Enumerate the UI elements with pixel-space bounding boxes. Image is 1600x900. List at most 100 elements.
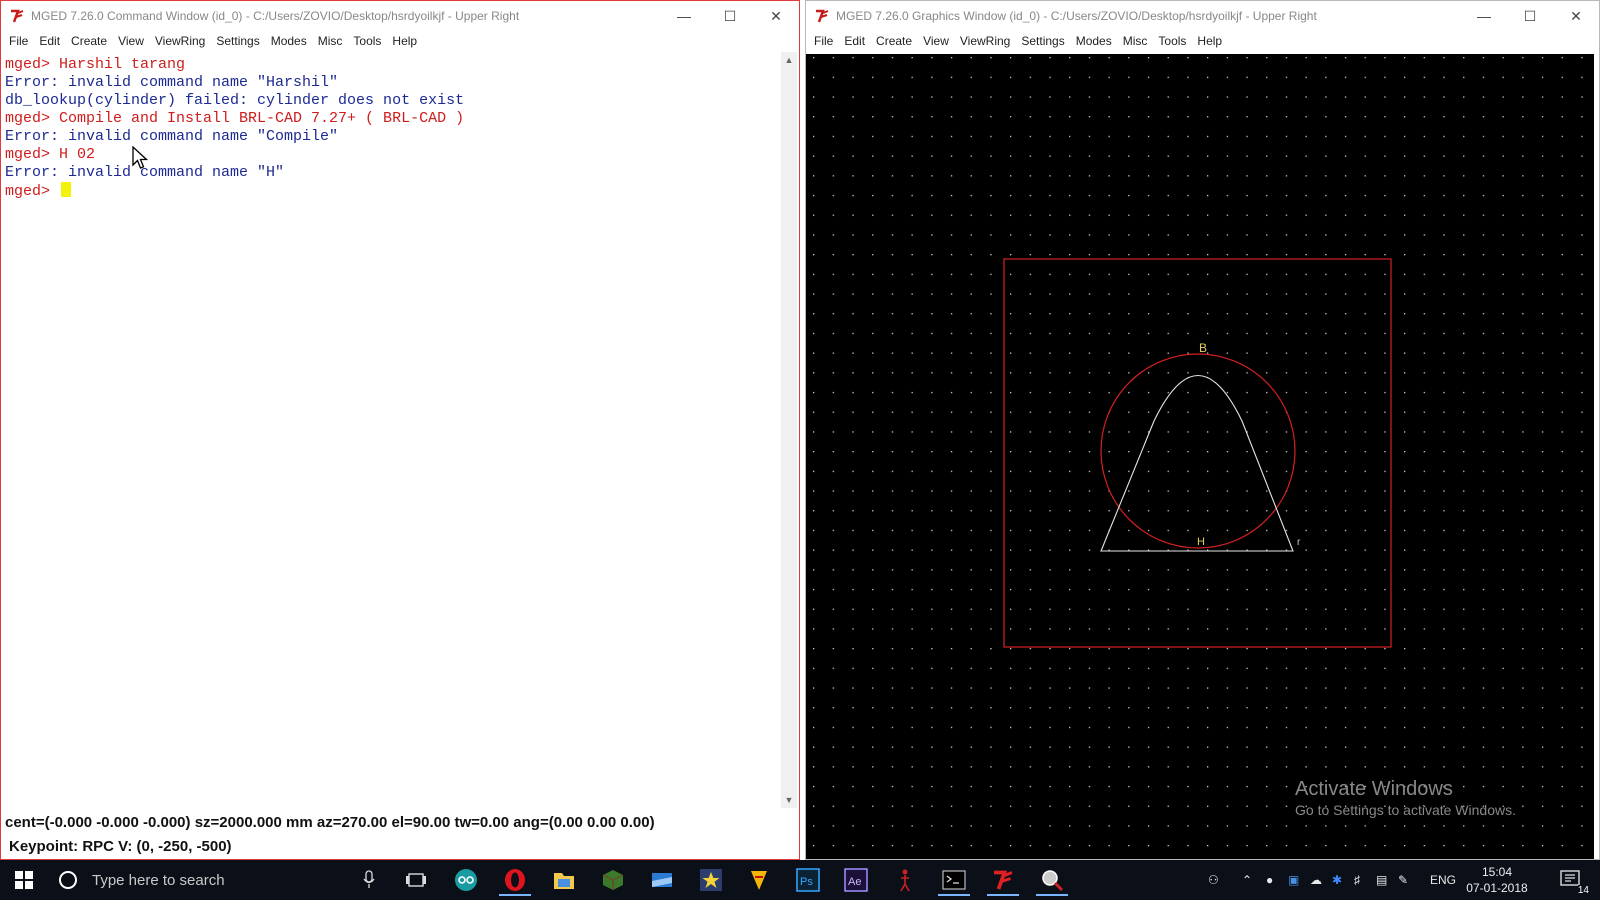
- menu-edit[interactable]: Edit: [34, 34, 66, 48]
- label-top: B: [1199, 341, 1207, 355]
- menu-viewring[interactable]: ViewRing: [150, 34, 211, 48]
- arduino-app-icon[interactable]: [450, 864, 482, 896]
- svg-text:Ae: Ae: [848, 876, 861, 888]
- menu-file[interactable]: File: [4, 34, 34, 48]
- window-title: MGED 7.26.0 Command Window (id_0) - C:/U…: [31, 9, 520, 23]
- menu-modes[interactable]: Modes: [1071, 34, 1118, 48]
- menu-help[interactable]: Help: [1192, 34, 1228, 48]
- figure-app-icon[interactable]: [889, 864, 921, 896]
- tray-security-icon[interactable]: ▣: [1288, 873, 1310, 887]
- maximize-icon[interactable]: ☐: [1507, 1, 1553, 31]
- menu-view[interactable]: View: [918, 34, 955, 48]
- active-indicator: [938, 894, 970, 896]
- notification-center-icon[interactable]: 14: [1555, 864, 1589, 896]
- current-prompt: mged>: [5, 183, 60, 200]
- menu-edit[interactable]: Edit: [839, 34, 871, 48]
- notification-count: 14: [1577, 885, 1589, 896]
- chevron-up-icon[interactable]: ⌃: [1242, 873, 1266, 887]
- console-line: db_lookup(cylinder) failed: cylinder doe…: [5, 92, 465, 109]
- menu-create[interactable]: Create: [66, 34, 113, 48]
- console-line: mged> Compile and Install BRL-CAD 7.27+ …: [5, 110, 465, 127]
- label-center: H: [1197, 536, 1205, 548]
- search-icon: [59, 871, 77, 889]
- system-clock[interactable]: 15:04 07-01-2018: [1462, 864, 1532, 896]
- menu-settings[interactable]: Settings: [1016, 34, 1070, 48]
- after-effects-app-icon[interactable]: Ae: [840, 864, 872, 896]
- menu-modes[interactable]: Modes: [266, 34, 313, 48]
- vlc-app-icon[interactable]: [743, 864, 775, 896]
- graphics-viewport[interactable]: B H r: [806, 54, 1594, 859]
- activate-windows-title: Activate Windows: [1295, 778, 1453, 800]
- minimize-icon[interactable]: —: [661, 1, 707, 31]
- console-input-line[interactable]: mged>: [5, 182, 781, 201]
- menu-viewring[interactable]: ViewRing: [955, 34, 1016, 48]
- graphics-window-titlebar[interactable]: MGED 7.26.0 Graphics Window (id_0) - C:/…: [806, 1, 1599, 31]
- clock-date: 07-01-2018: [1466, 881, 1528, 895]
- view-grid: [806, 54, 1594, 859]
- windows-start-icon[interactable]: [8, 864, 40, 896]
- menu-view[interactable]: View: [113, 34, 150, 48]
- menu-tools[interactable]: Tools: [1153, 34, 1192, 48]
- command-window-titlebar[interactable]: MGED 7.26.0 Command Window (id_0) - C:/U…: [1, 1, 799, 31]
- window-title: MGED 7.26.0 Graphics Window (id_0) - C:/…: [836, 9, 1317, 23]
- menu-misc[interactable]: Misc: [313, 34, 349, 48]
- console-line: Error: invalid command name "Compile": [5, 128, 339, 145]
- pen-icon[interactable]: ✎: [1398, 873, 1420, 887]
- console-line: mged> H 02: [5, 146, 96, 163]
- bluetooth-icon[interactable]: ✱: [1332, 873, 1354, 887]
- opera-browser-icon[interactable]: [499, 864, 531, 896]
- onedrive-icon[interactable]: ☁: [1310, 873, 1332, 887]
- tray-app-icon[interactable]: ●: [1266, 873, 1288, 887]
- mged-app-icon: [11, 9, 24, 23]
- menu-create[interactable]: Create: [871, 34, 918, 48]
- maximize-icon[interactable]: ☐: [707, 1, 753, 31]
- scroll-down-icon[interactable]: ▼: [781, 792, 797, 808]
- view-status: cent=(-0.000 -0.000 -0.000) sz=2000.000 …: [5, 814, 655, 831]
- active-indicator: [1036, 894, 1068, 896]
- search-tool-app-icon[interactable]: [1036, 864, 1068, 896]
- taskbar-search[interactable]: Type here to search: [48, 860, 376, 900]
- active-indicator: [499, 894, 531, 896]
- activate-windows-subtitle: Go to Settings to activate Windows.: [1295, 802, 1516, 818]
- command-console[interactable]: mged> Harshil tarang Error: invalid comm…: [1, 52, 781, 808]
- minimize-icon[interactable]: —: [1461, 1, 1507, 31]
- svg-text:Ps: Ps: [800, 876, 813, 888]
- minecraft-app-icon[interactable]: [597, 864, 629, 896]
- active-indicator: [987, 894, 1019, 896]
- search-placeholder: Type here to search: [92, 871, 225, 889]
- menu-file[interactable]: File: [809, 34, 839, 48]
- volume-muted-icon[interactable]: ♯: [1354, 873, 1376, 887]
- console-line: Error: invalid command name "H": [5, 164, 285, 181]
- task-view-icon[interactable]: [400, 864, 432, 896]
- menu-misc[interactable]: Misc: [1118, 34, 1154, 48]
- network-icon[interactable]: ▤: [1376, 873, 1398, 887]
- menu-settings[interactable]: Settings: [211, 34, 265, 48]
- console-line: Error: invalid command name "Harshil": [5, 74, 339, 91]
- mged-app-icon: [816, 9, 829, 23]
- people-icon[interactable]: ⚇: [1208, 873, 1232, 887]
- windows-app-icon[interactable]: [646, 864, 678, 896]
- file-explorer-icon[interactable]: [548, 864, 580, 896]
- console-line: mged> Harshil tarang: [5, 56, 186, 73]
- language-indicator[interactable]: ENG: [1430, 873, 1456, 887]
- menu-help[interactable]: Help: [387, 34, 423, 48]
- graphics-menubar: File Edit Create View ViewRing Settings …: [806, 31, 1599, 51]
- terminal-app-icon[interactable]: [938, 864, 970, 896]
- taskbar: Type here to search Ps Ae ⚇ ⌃ ● ▣ ☁ ✱ ♯ …: [0, 860, 1600, 900]
- graphics-window: MGED 7.26.0 Graphics Window (id_0) - C:/…: [805, 0, 1600, 860]
- close-icon[interactable]: ✕: [753, 1, 799, 31]
- command-menubar: File Edit Create View ViewRing Settings …: [1, 31, 799, 51]
- keypoint-status: Keypoint: RPC V: (0, -250, -500): [9, 838, 232, 855]
- command-window: MGED 7.26.0 Command Window (id_0) - C:/U…: [0, 0, 800, 860]
- console-scrollbar[interactable]: ▲ ▼: [781, 52, 797, 808]
- mouse-pointer-icon: [132, 146, 149, 169]
- menu-tools[interactable]: Tools: [348, 34, 387, 48]
- scroll-up-icon[interactable]: ▲: [781, 52, 797, 68]
- clock-time: 15:04: [1481, 865, 1513, 879]
- text-cursor: [61, 182, 72, 197]
- photoshop-app-icon[interactable]: Ps: [792, 864, 824, 896]
- close-icon[interactable]: ✕: [1553, 1, 1599, 31]
- microphone-icon[interactable]: [362, 870, 376, 890]
- mged-taskbar-icon[interactable]: [987, 864, 1019, 896]
- star-app-icon[interactable]: [695, 864, 727, 896]
